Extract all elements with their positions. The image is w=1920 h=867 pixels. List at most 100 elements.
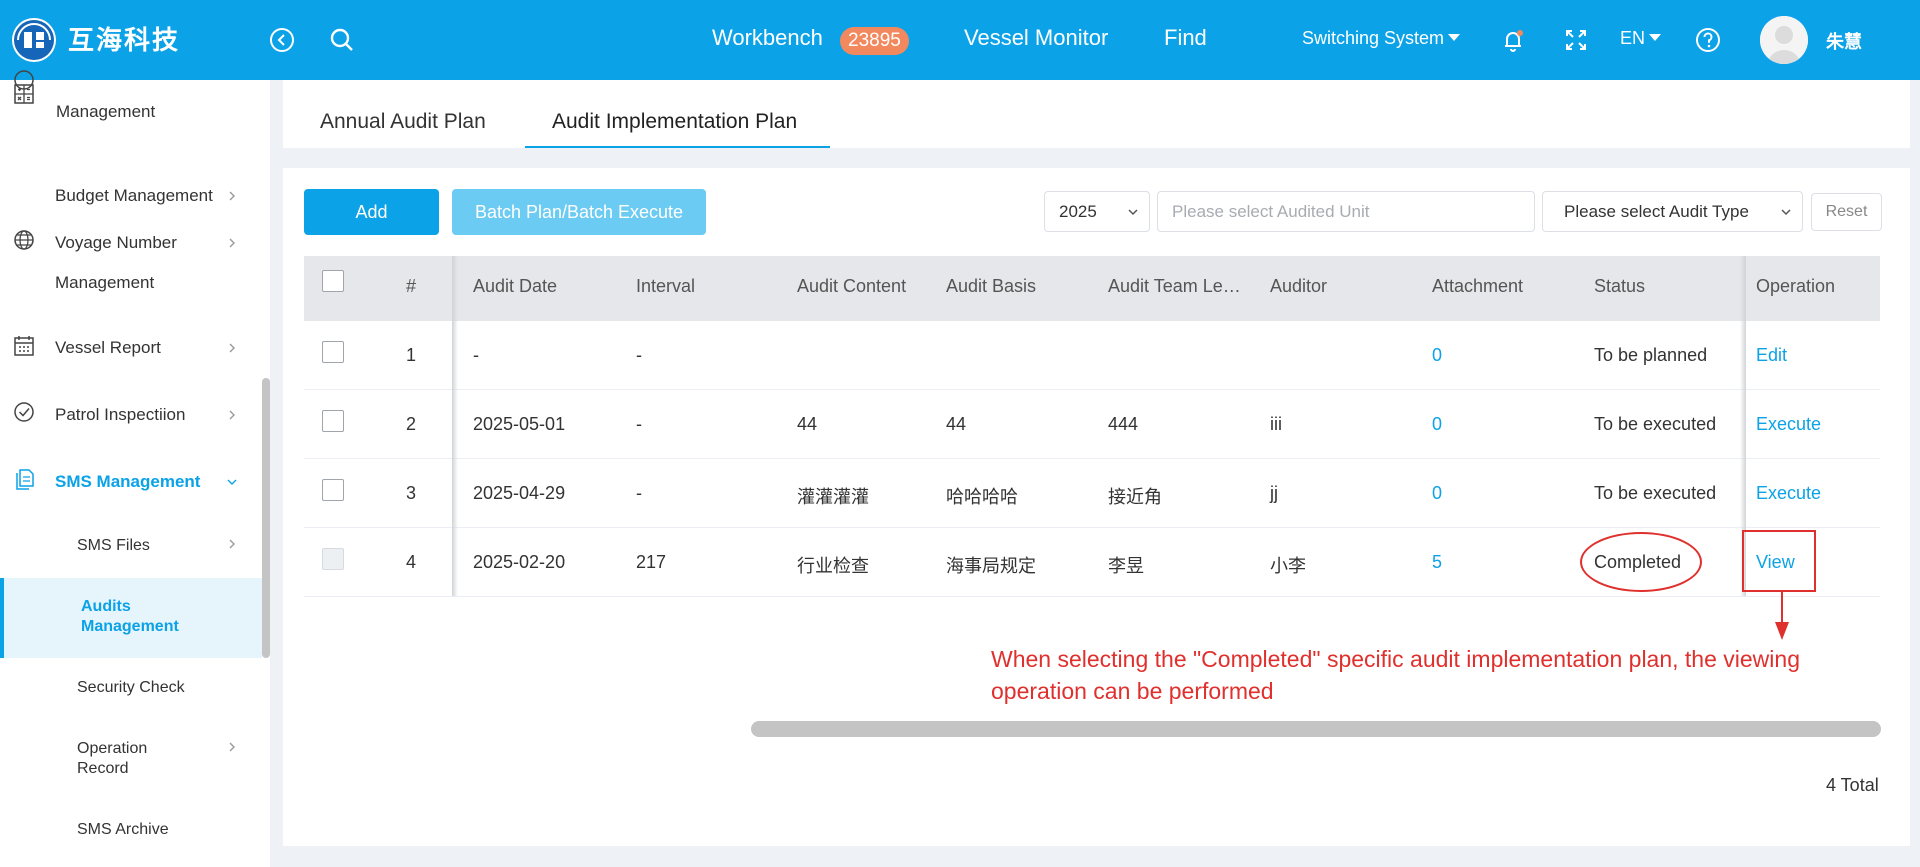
column-header: Interval xyxy=(636,276,696,296)
nav-workbench[interactable]: Workbench xyxy=(712,25,823,51)
column-header: # xyxy=(406,276,417,296)
cell-attachment-link[interactable]: 0 xyxy=(1432,414,1442,435)
add-button[interactable]: Add xyxy=(304,189,439,235)
language-dropdown[interactable]: EN xyxy=(1620,28,1662,49)
sidebar-subitem-operation-2[interactable]: Record xyxy=(77,760,129,778)
column-header: Status xyxy=(1594,276,1646,296)
batch-plan-execute-button[interactable]: Batch Plan/Batch Execute xyxy=(452,189,706,235)
cell-status: To be planned xyxy=(1594,345,1708,365)
sidebar-subitem-audits-2[interactable]: Management xyxy=(81,618,179,636)
cell-audit-basis: 44 xyxy=(946,414,967,434)
sidebar-scrollbar[interactable] xyxy=(262,378,270,658)
table-row: 2 2025-05-01 - 44 44 444 iii 0 To be exe… xyxy=(304,390,1880,459)
audited-unit-input[interactable] xyxy=(1157,191,1535,232)
cell-attachment-link[interactable]: 0 xyxy=(1432,483,1442,504)
cell-index: 2 xyxy=(406,414,417,434)
nav-find[interactable]: Find xyxy=(1164,25,1207,51)
chevron-down-icon xyxy=(1127,206,1139,218)
cell-team-leader: 444 xyxy=(1108,414,1139,434)
avatar[interactable] xyxy=(1760,16,1808,64)
row-checkbox[interactable] xyxy=(322,341,344,363)
sidebar-label-patrol[interactable]: Patrol Inspectiion xyxy=(55,395,185,435)
status-highlight-circle xyxy=(1580,532,1702,592)
table-row: 3 2025-04-29 - 灌灌灌灌 哈哈哈哈 接近角 jj 0 To be … xyxy=(304,459,1880,528)
cell-attachment-link[interactable]: 5 xyxy=(1432,552,1442,573)
caret-down-icon xyxy=(1448,34,1461,41)
table-row: 1 - - 0 To be planned Edit xyxy=(304,321,1880,390)
cell-audit-content: 灌灌灌灌 xyxy=(797,487,869,507)
sidebar-label-voyage-2[interactable]: Management xyxy=(55,263,154,303)
select-all-checkbox[interactable] xyxy=(322,270,344,292)
cell-index: 1 xyxy=(406,345,417,365)
cell-index: 3 xyxy=(406,483,417,503)
calculator-icon xyxy=(12,82,36,106)
execute-link[interactable]: Execute xyxy=(1756,414,1821,435)
help-icon[interactable] xyxy=(1692,24,1724,56)
back-circle-icon[interactable] xyxy=(266,24,298,56)
cell-audit-date: 2025-05-01 xyxy=(473,414,566,434)
column-header: Attachment xyxy=(1432,276,1524,296)
tabs-bar xyxy=(283,80,1910,148)
column-header: Auditor xyxy=(1270,276,1328,296)
sidebar-subitem-sms-files[interactable]: SMS Files xyxy=(77,537,150,555)
cell-audit-basis: 哈哈哈哈 xyxy=(946,487,1018,507)
cell-interval: - xyxy=(636,483,642,503)
user-name[interactable]: 朱慧 xyxy=(1826,28,1862,54)
cell-audit-basis: 海事局规定 xyxy=(946,556,1036,576)
sidebar-subitem-operation-1[interactable]: Operation xyxy=(77,740,147,758)
table-header: # Audit Date Interval Audit Content Audi… xyxy=(304,256,1880,321)
nav-vessel-monitor[interactable]: Vessel Monitor xyxy=(964,25,1108,51)
table-horizontal-scrollbar[interactable] xyxy=(751,721,1881,737)
cell-interval: - xyxy=(636,414,642,434)
globe-icon xyxy=(12,228,36,252)
year-select[interactable]: 2025 xyxy=(1044,191,1150,232)
audit-type-select[interactable]: Please select Audit Type xyxy=(1542,191,1803,232)
year-select-value: 2025 xyxy=(1059,202,1097,221)
total-count: 4 Total xyxy=(1826,775,1879,795)
arrow-down-icon xyxy=(1770,592,1794,642)
sidebar-label-voyage-1[interactable]: Voyage Number xyxy=(55,223,177,263)
chevron-right-icon xyxy=(226,342,238,354)
sidebar-subitem-security-check[interactable]: Security Check xyxy=(77,679,185,697)
search-icon[interactable] xyxy=(326,24,358,56)
row-checkbox[interactable] xyxy=(322,479,344,501)
column-header: Operation xyxy=(1756,276,1836,296)
cell-auditor: jj xyxy=(1270,483,1278,503)
top-bar: 互海科技 Workbench 23895 Vessel Monitor Find… xyxy=(0,0,1920,80)
cell-auditor: 小李 xyxy=(1270,556,1306,576)
sidebar-subitem-audits-1[interactable]: Audits xyxy=(81,598,131,616)
cell-attachment-link[interactable]: 0 xyxy=(1432,345,1442,366)
check-circle-icon xyxy=(12,400,36,424)
workbench-count-badge: 23895 xyxy=(840,27,909,55)
bell-icon[interactable] xyxy=(1497,24,1529,56)
cell-audit-date: - xyxy=(473,345,479,365)
switching-system-dropdown[interactable]: Switching System xyxy=(1302,28,1461,49)
row-checkbox[interactable] xyxy=(322,410,344,432)
fixed-column-shadow xyxy=(452,256,458,596)
cell-team-leader: 李昱 xyxy=(1108,556,1144,576)
documents-icon xyxy=(12,467,36,491)
brand-name: 互海科技 xyxy=(68,25,181,55)
tab-audit-implementation-plan[interactable]: Audit Implementation Plan xyxy=(552,110,797,134)
sidebar-label-sms-management[interactable]: SMS Management xyxy=(55,462,200,502)
reset-button[interactable]: Reset xyxy=(1811,193,1882,231)
execute-link[interactable]: Execute xyxy=(1756,483,1821,504)
tab-annual-audit-plan[interactable]: Annual Audit Plan xyxy=(320,110,486,134)
active-tab-underline xyxy=(525,146,830,148)
edit-link[interactable]: Edit xyxy=(1756,345,1787,366)
cell-index: 4 xyxy=(406,552,417,572)
sidebar-label-vessel-report[interactable]: Vessel Report xyxy=(55,328,161,368)
chevron-right-icon xyxy=(226,741,238,753)
cell-interval: 217 xyxy=(636,552,667,572)
column-header: Audit Date xyxy=(473,276,558,296)
sidebar-partial-item[interactable]: Management xyxy=(56,92,155,132)
cell-audit-content: 44 xyxy=(797,414,818,434)
cell-status: To be executed xyxy=(1594,483,1717,503)
language-label: EN xyxy=(1620,28,1646,48)
audit-type-placeholder: Please select Audit Type xyxy=(1564,202,1749,221)
company-logo-icon xyxy=(12,18,56,62)
calendar-icon xyxy=(12,334,36,358)
switching-system-label: Switching System xyxy=(1302,28,1445,48)
fullscreen-icon[interactable] xyxy=(1560,24,1592,56)
sidebar-subitem-sms-archive[interactable]: SMS Archive xyxy=(77,821,169,839)
